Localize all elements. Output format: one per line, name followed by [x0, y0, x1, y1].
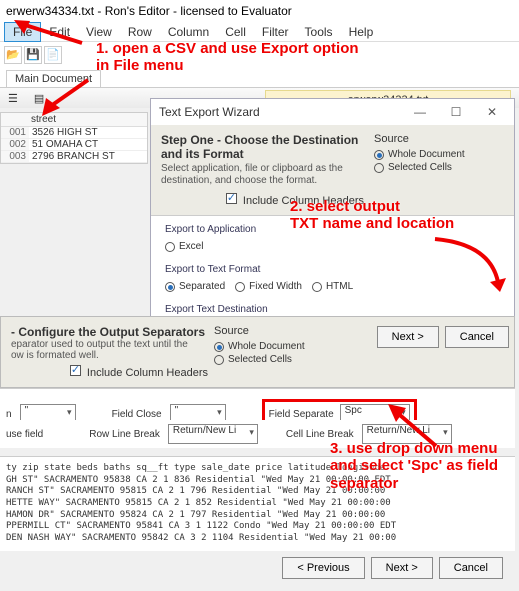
menu-help[interactable]: Help	[341, 23, 382, 41]
menu-filter[interactable]: Filter	[254, 23, 297, 41]
separated-radio[interactable]: Separated	[165, 281, 225, 292]
close-icon[interactable]: ✕	[478, 105, 506, 119]
save-icon[interactable]: 💾	[24, 46, 42, 64]
grid-row: 003 2796 BRANCH ST	[1, 151, 147, 163]
include-headers2-checkbox[interactable]	[70, 365, 81, 376]
footer-buttons: < Previous Next > Cancel	[276, 551, 509, 585]
linebreak-row: use field Row Line Break Return/New Li C…	[0, 420, 515, 448]
doc-icon[interactable]: 📄	[44, 46, 62, 64]
row-number: 002	[1, 139, 29, 150]
open-icon[interactable]: 📂	[4, 46, 22, 64]
window-controls: — ☐ ✕	[406, 105, 506, 119]
step1-heading: Step One - Choose the Destination and it…	[161, 133, 374, 161]
menu-view[interactable]: View	[78, 23, 120, 41]
main-document-tab[interactable]: Main Document	[6, 70, 101, 87]
menu-cell[interactable]: Cell	[217, 23, 254, 41]
grid-row: 001 3526 HIGH ST	[1, 127, 147, 139]
cell-linebreak-dropdown[interactable]: Return/New Li	[362, 424, 452, 444]
grid-row: 002 51 OMAHA CT	[1, 139, 147, 151]
minimize-icon[interactable]: —	[406, 105, 434, 119]
sub-tab2[interactable]: ▤	[26, 90, 52, 107]
fixedwidth-radio[interactable]: Fixed Width	[235, 281, 302, 292]
menu-column[interactable]: Column	[160, 23, 217, 41]
maximize-icon[interactable]: ☐	[442, 105, 470, 119]
source2-whole-radio[interactable]: Whole Document	[214, 341, 344, 352]
source-selected-cells-radio[interactable]: Selected Cells	[374, 162, 504, 173]
toolbar: 📂 💾 📄	[0, 42, 519, 68]
window-titlebar: erwerw34334.txt - Ron's Editor - license…	[0, 0, 519, 22]
use-field-label: use field	[6, 429, 43, 440]
doc-tabbar: Main Document	[0, 68, 519, 88]
include-headers-checkbox[interactable]	[226, 193, 237, 204]
html-radio[interactable]: HTML	[312, 281, 353, 292]
wizard-step1-header: Step One - Choose the Destination and it…	[151, 125, 514, 216]
field-close-label: Field Close	[112, 409, 162, 420]
export-app-label: Export to Application	[165, 224, 500, 235]
cell[interactable]: 3526 HIGH ST	[29, 127, 101, 138]
excel-radio[interactable]: Excel	[165, 241, 203, 252]
row-linebreak-dropdown[interactable]: Return/New Li	[168, 424, 258, 444]
cell[interactable]: 51 OMAHA CT	[29, 139, 101, 150]
next2-button[interactable]: Next >	[371, 557, 433, 579]
prev-button[interactable]: < Previous	[282, 557, 364, 579]
step2-heading: - Configure the Output Separators	[11, 325, 214, 339]
include-headers2-label: Include Column Headers	[87, 367, 208, 379]
sub-tab1[interactable]: ☰	[0, 90, 26, 107]
cancel-button[interactable]: Cancel	[445, 326, 509, 348]
source2-selected-radio[interactable]: Selected Cells	[214, 354, 344, 365]
step1-buttons: Next > Cancel	[377, 326, 509, 348]
step2-desc: eparator used to output the text until t…	[11, 339, 214, 361]
preview-text: ty zip state beds baths sq__ft type sale…	[0, 456, 515, 551]
cell-linebreak-label: Cell Line Break	[286, 429, 354, 440]
row-number: 001	[1, 127, 29, 138]
wizard-titlebar: Text Export Wizard — ☐ ✕	[151, 99, 514, 125]
menu-row[interactable]: Row	[120, 23, 160, 41]
next-button[interactable]: Next >	[377, 326, 439, 348]
cancel2-button[interactable]: Cancel	[439, 557, 503, 579]
grid-header: street	[1, 113, 147, 127]
field-separate-label: Field Separate	[269, 409, 334, 420]
menubar: File Edit View Row Column Cell Filter To…	[0, 22, 519, 42]
export-textfmt-label: Export to Text Format	[165, 264, 500, 275]
data-grid: street 001 3526 HIGH ST 002 51 OMAHA CT …	[0, 112, 148, 164]
export-dest-label: Export Text Destination	[165, 304, 500, 315]
include-headers-label: Include Column Headers	[243, 195, 364, 207]
menu-tools[interactable]: Tools	[297, 23, 341, 41]
menu-file[interactable]: File	[4, 22, 41, 42]
row-linebreak-label: Row Line Break	[89, 429, 160, 440]
window-title: erwerw34334.txt - Ron's Editor - license…	[6, 4, 292, 18]
source-whole-doc-radio[interactable]: Whole Document	[374, 149, 504, 160]
menu-edit[interactable]: Edit	[41, 23, 78, 41]
wizard-title: Text Export Wizard	[159, 105, 260, 119]
row-number: 003	[1, 151, 29, 162]
step1-desc: Select application, file or clipboard as…	[161, 163, 374, 187]
cell[interactable]: 2796 BRANCH ST	[29, 151, 118, 162]
source2-title: Source	[214, 325, 344, 337]
field-n-label: n	[6, 409, 12, 420]
source-title: Source	[374, 133, 504, 145]
